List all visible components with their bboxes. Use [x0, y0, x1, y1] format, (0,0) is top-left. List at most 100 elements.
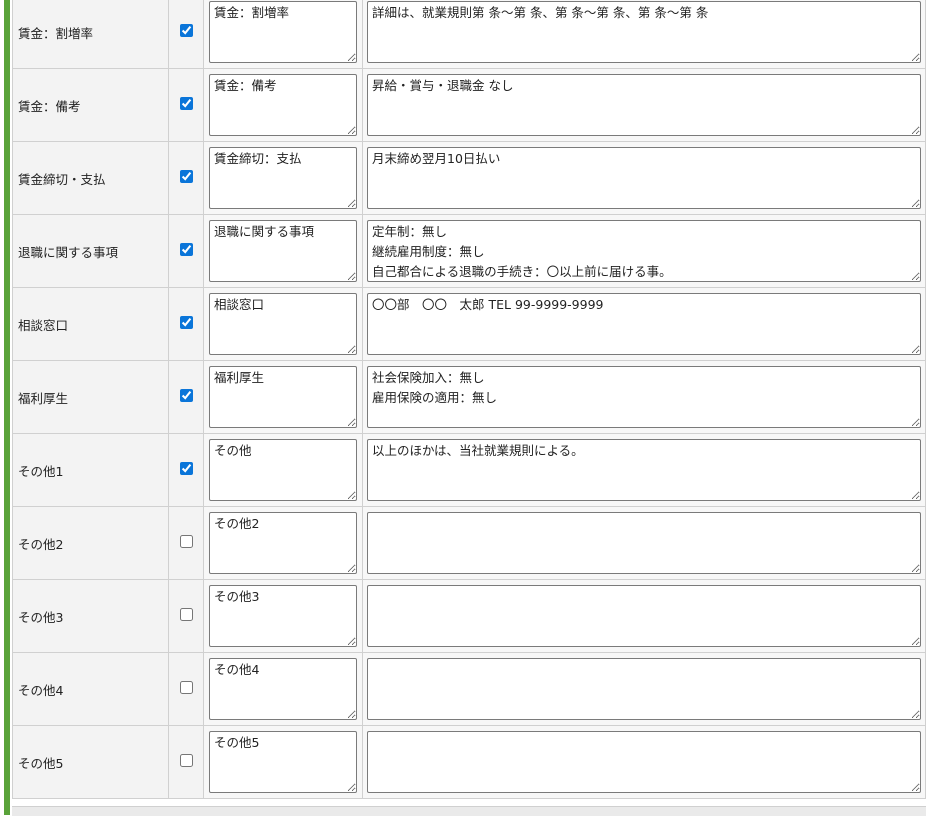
title-textarea[interactable]: その他: [209, 439, 357, 501]
title-cell: 賃金締切：支払: [203, 141, 363, 215]
title-cell: その他4: [203, 652, 363, 726]
row-check-cell: [168, 360, 204, 434]
body-cell: [362, 506, 926, 580]
row-label-cell: その他4: [12, 652, 169, 726]
table-row: 相談窓口 相談窓口 〇〇部 〇〇 太郎 TEL 99-9999-9999: [12, 287, 926, 361]
body-textarea[interactable]: 以上のほかは、当社就業規則による。: [367, 439, 921, 501]
title-textarea[interactable]: 相談窓口: [209, 293, 357, 355]
title-cell: その他3: [203, 579, 363, 653]
row-label-cell: 相談窓口: [12, 287, 169, 361]
include-checkbox[interactable]: [179, 316, 193, 329]
title-cell: その他2: [203, 506, 363, 580]
table-row: 賃金：割増率 賃金：割増率 詳細は、就業規則第 条～第 条、第 条～第 条、第 …: [12, 0, 926, 69]
row-check-cell: [168, 214, 204, 288]
row-label-cell: 退職に関する事項: [12, 214, 169, 288]
table-row: その他4 その他4: [12, 652, 926, 726]
include-checkbox[interactable]: [179, 243, 193, 256]
include-checkbox[interactable]: [179, 754, 193, 767]
body-textarea[interactable]: [367, 585, 921, 647]
table-row: 福利厚生 福利厚生 社会保険加入：無し 雇用保険の適用：無し: [12, 360, 926, 434]
row-label-cell: 賃金：備考: [12, 68, 169, 142]
title-textarea[interactable]: 賃金：備考: [209, 74, 357, 136]
row-check-cell: [168, 433, 204, 507]
table-row: その他1 その他 以上のほかは、当社就業規則による。: [12, 433, 926, 507]
body-cell: [362, 725, 926, 799]
include-checkbox[interactable]: [179, 170, 193, 183]
row-label-cell: 賃金：割増率: [12, 0, 169, 69]
row-label: その他4: [18, 682, 64, 698]
include-checkbox[interactable]: [179, 97, 193, 110]
body-textarea[interactable]: [367, 512, 921, 574]
table-row: 賃金：備考 賃金：備考 昇給・賞与・退職金 なし: [12, 68, 926, 142]
title-cell: 退職に関する事項: [203, 214, 363, 288]
row-label-cell: その他5: [12, 725, 169, 799]
body-textarea[interactable]: [367, 731, 921, 793]
row-check-cell: [168, 68, 204, 142]
settings-table: 賃金：割増率 賃金：割増率 詳細は、就業規則第 条～第 条、第 条～第 条、第 …: [12, 0, 926, 799]
include-checkbox[interactable]: [179, 608, 193, 621]
body-cell: 社会保険加入：無し 雇用保険の適用：無し: [362, 360, 926, 434]
body-cell: [362, 652, 926, 726]
body-textarea[interactable]: 月末締め翌月10日払い: [367, 147, 921, 209]
title-cell: その他: [203, 433, 363, 507]
body-cell: 定年制：無し 継続雇用制度：無し 自己都合による退職の手続き：〇以上前に届ける事…: [362, 214, 926, 288]
row-label-cell: 福利厚生: [12, 360, 169, 434]
body-textarea[interactable]: 〇〇部 〇〇 太郎 TEL 99-9999-9999: [367, 293, 921, 355]
left-accent-bar: [4, 0, 10, 815]
title-cell: 賃金：備考: [203, 68, 363, 142]
row-label: 退職に関する事項: [18, 244, 119, 260]
row-label-cell: その他1: [12, 433, 169, 507]
row-label-cell: その他2: [12, 506, 169, 580]
row-check-cell: [168, 652, 204, 726]
row-check-cell: [168, 287, 204, 361]
row-label: 福利厚生: [18, 390, 69, 406]
table-row: その他2 その他2: [12, 506, 926, 580]
row-label: その他5: [18, 755, 64, 771]
body-textarea[interactable]: 社会保険加入：無し 雇用保険の適用：無し: [367, 366, 921, 428]
body-textarea[interactable]: 定年制：無し 継続雇用制度：無し 自己都合による退職の手続き：〇以上前に届ける事…: [367, 220, 921, 282]
row-label: その他1: [18, 463, 64, 479]
row-label-cell: 賃金締切・支払: [12, 141, 169, 215]
include-checkbox[interactable]: [179, 681, 193, 694]
title-textarea[interactable]: 福利厚生: [209, 366, 357, 428]
row-check-cell: [168, 0, 204, 69]
include-checkbox[interactable]: [179, 24, 193, 37]
body-textarea[interactable]: 昇給・賞与・退職金 なし: [367, 74, 921, 136]
title-textarea[interactable]: その他2: [209, 512, 357, 574]
include-checkbox[interactable]: [179, 535, 193, 548]
title-textarea[interactable]: その他5: [209, 731, 357, 793]
table-row: 賃金締切・支払 賃金締切：支払 月末締め翌月10日払い: [12, 141, 926, 215]
title-cell: 賃金：割増率: [203, 0, 363, 69]
title-cell: 相談窓口: [203, 287, 363, 361]
row-label-cell: その他3: [12, 579, 169, 653]
title-cell: その他5: [203, 725, 363, 799]
row-check-cell: [168, 579, 204, 653]
title-cell: 福利厚生: [203, 360, 363, 434]
row-label: 賃金締切・支払: [18, 171, 106, 187]
row-label: 相談窓口: [18, 317, 69, 333]
row-check-cell: [168, 725, 204, 799]
include-checkbox[interactable]: [179, 389, 193, 402]
body-cell: 〇〇部 〇〇 太郎 TEL 99-9999-9999: [362, 287, 926, 361]
title-textarea[interactable]: その他3: [209, 585, 357, 647]
row-check-cell: [168, 141, 204, 215]
body-cell: 昇給・賞与・退職金 なし: [362, 68, 926, 142]
table-row: 退職に関する事項 退職に関する事項 定年制：無し 継続雇用制度：無し 自己都合に…: [12, 214, 926, 288]
body-textarea[interactable]: [367, 658, 921, 720]
body-cell: 詳細は、就業規則第 条～第 条、第 条～第 条、第 条～第 条: [362, 0, 926, 69]
include-checkbox[interactable]: [179, 462, 193, 475]
title-textarea[interactable]: 賃金締切：支払: [209, 147, 357, 209]
body-cell: 以上のほかは、当社就業規則による。: [362, 433, 926, 507]
table-row: その他5 その他5: [12, 725, 926, 799]
row-label: 賃金：備考: [18, 98, 81, 114]
table-row: その他3 その他3: [12, 579, 926, 653]
body-cell: 月末締め翌月10日払い: [362, 141, 926, 215]
body-cell: [362, 579, 926, 653]
title-textarea[interactable]: 賃金：割増率: [209, 1, 357, 63]
title-textarea[interactable]: その他4: [209, 658, 357, 720]
row-label: その他2: [18, 536, 64, 552]
row-label: 賃金：割増率: [18, 25, 94, 41]
row-label: その他3: [18, 609, 64, 625]
title-textarea[interactable]: 退職に関する事項: [209, 220, 357, 282]
body-textarea[interactable]: 詳細は、就業規則第 条～第 条、第 条～第 条、第 条～第 条: [367, 1, 921, 63]
